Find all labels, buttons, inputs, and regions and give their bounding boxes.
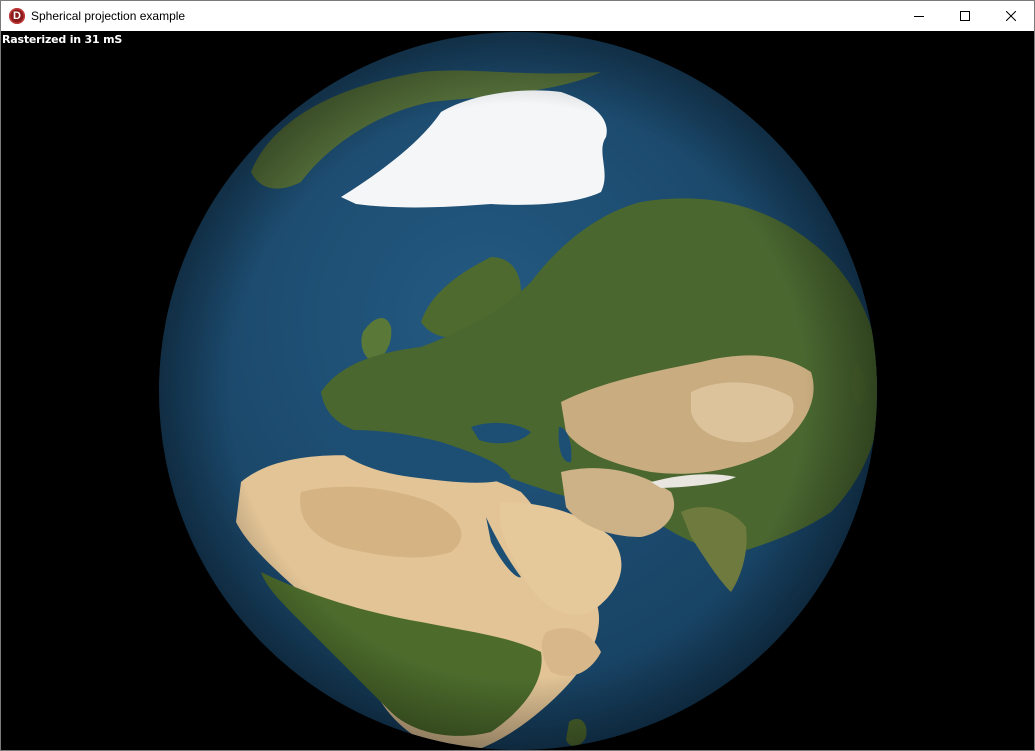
maximize-icon [960, 11, 970, 21]
d-logo-icon[interactable]: D [9, 8, 25, 24]
minimize-icon [914, 16, 924, 17]
globe-projection[interactable] [1, 32, 1034, 750]
close-icon [1006, 11, 1016, 21]
title-bar[interactable]: D Spherical projection example [1, 1, 1034, 31]
rasterize-status: Rasterized in 31 mS [2, 33, 123, 46]
window-title: Spherical projection example [31, 9, 186, 23]
window-controls [896, 1, 1034, 31]
render-canvas[interactable]: Rasterized in 31 mS [1, 32, 1034, 750]
app-window: D Spherical projection example Rasterize… [0, 0, 1035, 751]
minimize-button[interactable] [896, 1, 942, 31]
globe-shading [159, 32, 877, 750]
maximize-button[interactable] [942, 1, 988, 31]
close-button[interactable] [988, 1, 1034, 31]
